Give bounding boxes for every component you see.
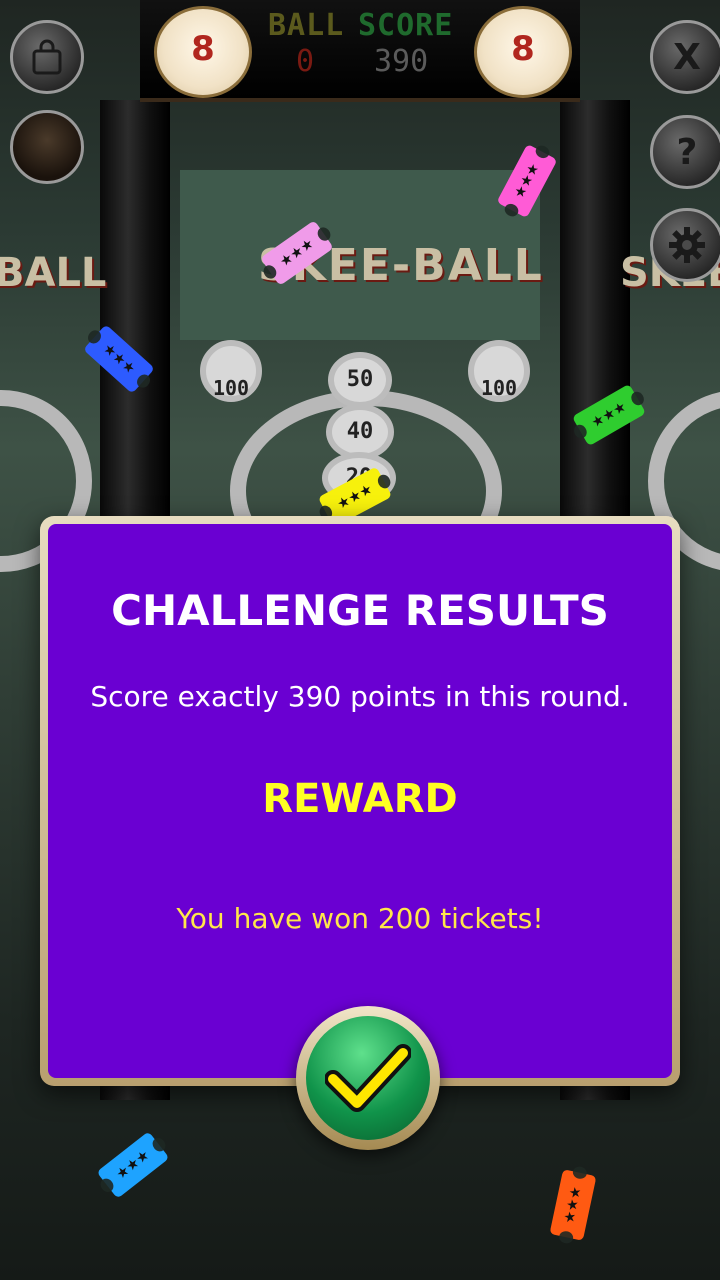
close-button[interactable]: X bbox=[650, 20, 720, 94]
confirm-button[interactable] bbox=[296, 1006, 440, 1150]
dialog-title: CHALLENGE RESULTS bbox=[111, 586, 609, 635]
ball-count: 0 bbox=[296, 44, 315, 79]
reward-heading: REWARD bbox=[262, 776, 458, 822]
close-icon: X bbox=[673, 36, 701, 78]
side-logo-left: BALL bbox=[0, 250, 107, 296]
cup-100-left: 100 bbox=[200, 340, 262, 402]
ball-slot-button[interactable] bbox=[10, 110, 84, 184]
ball-label: BALL bbox=[268, 8, 345, 43]
shopping-bag-icon bbox=[32, 39, 62, 75]
cup-50: 50 bbox=[328, 352, 392, 408]
challenge-description: Score exactly 390 points in this round. bbox=[90, 680, 630, 713]
dialog-panel: CHALLENGE RESULTS Score exactly 390 poin… bbox=[48, 524, 672, 1078]
score-label: SCORE bbox=[358, 8, 454, 43]
ticket-icon: ★★★ bbox=[549, 1169, 597, 1241]
reward-text: You have won 200 tickets! bbox=[176, 902, 544, 935]
challenge-results-dialog: CHALLENGE RESULTS Score exactly 390 poin… bbox=[40, 516, 680, 1086]
skee-ball-emblem-left: 8 bbox=[154, 6, 252, 98]
checkmark-icon bbox=[325, 1044, 411, 1112]
cup-100-right: 100 bbox=[468, 340, 530, 402]
settings-button[interactable] bbox=[650, 208, 720, 282]
shop-button[interactable] bbox=[10, 20, 84, 94]
help-button[interactable]: ? bbox=[650, 115, 720, 189]
gear-icon bbox=[669, 227, 705, 263]
ticket-icon: ★★★ bbox=[96, 1131, 170, 1199]
confirm-button-face bbox=[306, 1016, 430, 1140]
help-icon: ? bbox=[676, 131, 698, 173]
score-value: 390 bbox=[374, 44, 429, 79]
skee-ball-emblem-right: 8 bbox=[474, 6, 572, 98]
